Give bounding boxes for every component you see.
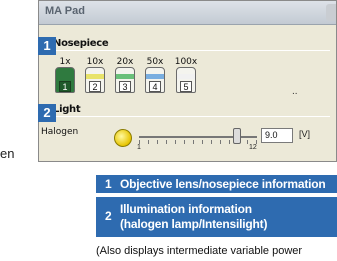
caption-number: 2 [105, 209, 112, 223]
nosepiece-button-3[interactable]: 3 [115, 67, 135, 93]
caption-2: 2 Illumination information (halogen lamp… [96, 197, 337, 237]
callout-marker-2: 2 [38, 104, 56, 122]
objective-label-2: 10x [86, 57, 104, 67]
nosepiece-button-5[interactable]: 5 [176, 67, 196, 93]
caption-text-line2: (halogen lamp/Intensilight) [120, 217, 268, 231]
light-group-divider [44, 116, 330, 117]
objective-label-3: 20x [116, 57, 134, 67]
cropped-side-text: en [0, 146, 15, 161]
footnote: (Also displays intermediate variable pow… [96, 245, 303, 257]
lamp-voltage-input[interactable]: 9.0 [261, 128, 293, 143]
nosepiece-number: 3 [119, 81, 131, 92]
nosepiece-number: 5 [180, 81, 192, 92]
nosepiece-number: 4 [149, 81, 161, 92]
nosepiece-group-divider [44, 50, 330, 51]
slider-min-label: 1 [137, 144, 141, 151]
nosepiece-heading: Nosepiece [53, 38, 109, 49]
nosepiece-number: 1 [59, 81, 71, 92]
objective-color-band [116, 74, 134, 79]
lamp-type-label: Halogen [41, 127, 79, 137]
nosepiece-button-4[interactable]: 4 [145, 67, 165, 93]
title-bar: MA Pad [39, 1, 336, 25]
caption-number: 1 [105, 177, 112, 191]
objective-label-1: 1x [59, 57, 71, 67]
objective-color-band [146, 74, 164, 79]
caption-1: 1 Objective lens/nosepiece information [96, 175, 337, 193]
ma-pad-window: MA Pad Nosepiece 1x 10x 20x 50x 100x 1 2… [38, 0, 337, 162]
voltage-unit-label: [V] [299, 129, 311, 139]
objective-color-band [86, 74, 104, 79]
caption-text: Objective lens/nosepiece information [120, 177, 326, 191]
nosepiece-button-2[interactable]: 2 [85, 67, 105, 93]
lamp-voltage-slider-thumb[interactable] [232, 128, 241, 144]
window-title: MA Pad [45, 5, 85, 17]
nosepiece-number: 2 [89, 81, 101, 92]
objective-color-band [177, 74, 195, 79]
objective-label-4: 50x [146, 57, 164, 67]
light-heading: Light [53, 104, 81, 115]
callout-marker-1: 1 [38, 37, 56, 55]
objective-label-5: 100x [174, 57, 198, 67]
objective-color-band [56, 74, 74, 79]
lamp-bulb-icon[interactable] [114, 129, 132, 147]
caption-text-line1: Illumination information [120, 202, 252, 216]
more-positions-indicator: .. [292, 86, 298, 97]
nosepiece-button-1[interactable]: 1 [55, 67, 75, 93]
slider-max-label: 12 [249, 144, 257, 151]
close-icon[interactable] [326, 4, 336, 21]
